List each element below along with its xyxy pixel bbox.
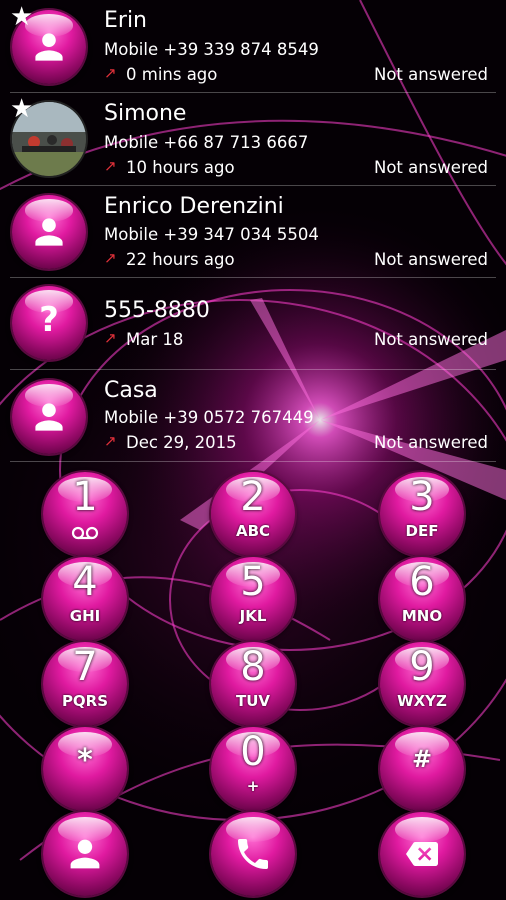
contacts-button[interactable]: [43, 812, 127, 896]
contact-avatar[interactable]: ?: [12, 286, 86, 360]
person-icon: [35, 218, 63, 246]
call-time: 10 hours ago: [126, 158, 235, 177]
contact-number: Mobile +66 87 713 6667: [104, 133, 309, 152]
key-digit: #: [411, 745, 433, 773]
key-0[interactable]: 0 +: [211, 727, 295, 811]
missed-call-arrow-icon: ↗: [104, 249, 117, 267]
key-digit: 7: [72, 644, 98, 690]
contact-name: 555-8880: [104, 298, 210, 323]
person-icon: [35, 33, 63, 61]
key-letters: PQRS: [61, 692, 109, 710]
call-log-item[interactable]: ★ Erin Mobile +39 339 874 8549 ↗ 0 mins …: [0, 0, 506, 92]
call-log-item[interactable]: ? 555-8880 ↗ Mar 18 Not answered: [0, 278, 506, 370]
call-button[interactable]: [211, 812, 295, 896]
key-digit: 1: [72, 474, 98, 520]
call-log-item[interactable]: ★ Simone Mobile +66 87 713 6667 ↗ 10 hou…: [0, 93, 506, 185]
missed-call-arrow-icon: ↗: [104, 157, 117, 175]
key-digit: 4: [72, 559, 98, 605]
missed-call-arrow-icon: ↗: [104, 432, 117, 450]
missed-call-arrow-icon: ↗: [104, 329, 117, 347]
key-7[interactable]: 7 PQRS: [43, 642, 127, 726]
contact-avatar[interactable]: ★: [10, 96, 86, 176]
key-letters: TUV: [235, 692, 271, 710]
call-time: Dec 29, 2015: [126, 433, 237, 452]
key-digit: 3: [409, 474, 435, 520]
key-digit: 0: [240, 729, 266, 775]
key-8[interactable]: 8 TUV: [211, 642, 295, 726]
contact-name: Erin: [104, 8, 148, 33]
key-letters: GHI: [69, 607, 101, 625]
contact-number: Mobile +39 339 874 8549: [104, 40, 319, 59]
call-log-item[interactable]: Enrico Derenzini Mobile +39 347 034 5504…: [0, 186, 506, 278]
key-digit: 8: [240, 644, 266, 690]
call-status: Not answered: [373, 158, 488, 177]
key-3[interactable]: 3 DEF: [380, 472, 464, 556]
backspace-icon: [406, 842, 438, 866]
key-digit: 9: [409, 644, 435, 690]
contact-avatar[interactable]: ★: [10, 4, 86, 84]
key-digit: 6: [409, 559, 435, 605]
divider: [10, 461, 496, 462]
key-letters: JKL: [239, 607, 267, 625]
person-icon: [35, 403, 63, 431]
key-letters: DEF: [405, 522, 439, 540]
person-icon: [70, 839, 100, 869]
key-digit: 5: [240, 559, 266, 605]
contact-number: Mobile +39 347 034 5504: [104, 225, 319, 244]
call-time: 0 mins ago: [126, 65, 218, 84]
key-star[interactable]: *: [43, 727, 127, 811]
call-status: Not answered: [373, 65, 488, 84]
key-letters: ABC: [235, 522, 271, 540]
key-digit: *: [77, 743, 93, 778]
key-5[interactable]: 5 JKL: [211, 557, 295, 641]
missed-call-arrow-icon: ↗: [104, 64, 117, 82]
call-status: Not answered: [373, 330, 488, 349]
contact-avatar[interactable]: [12, 195, 86, 269]
key-1[interactable]: 1: [43, 472, 127, 556]
key-hash[interactable]: #: [380, 727, 464, 811]
call-time: Mar 18: [126, 330, 184, 349]
key-6[interactable]: 6 MNO: [380, 557, 464, 641]
key-letters: WXYZ: [397, 692, 447, 710]
key-9[interactable]: 9 WXYZ: [380, 642, 464, 726]
voicemail-icon: [71, 526, 99, 540]
contact-name: Simone: [104, 101, 187, 126]
key-letters: +: [246, 777, 260, 795]
key-4[interactable]: 4 GHI: [43, 557, 127, 641]
key-letters: MNO: [401, 607, 443, 625]
call-log-item[interactable]: Casa Mobile +39 0572 767449 ↗ Dec 29, 20…: [0, 370, 506, 462]
question-icon: ?: [39, 300, 59, 340]
key-2[interactable]: 2 ABC: [211, 472, 295, 556]
backspace-button[interactable]: [380, 812, 464, 896]
contact-name: Casa: [104, 378, 158, 403]
call-status: Not answered: [373, 433, 488, 452]
phone-icon: [238, 839, 268, 869]
contact-avatar[interactable]: [12, 380, 86, 454]
contact-number: Mobile +39 0572 767449: [104, 408, 314, 427]
key-digit: 2: [240, 474, 266, 520]
call-time: 22 hours ago: [126, 250, 235, 269]
call-status: Not answered: [373, 250, 488, 269]
star-icon: ★: [10, 94, 34, 124]
contact-name: Enrico Derenzini: [104, 194, 284, 219]
star-icon: ★: [10, 2, 34, 32]
